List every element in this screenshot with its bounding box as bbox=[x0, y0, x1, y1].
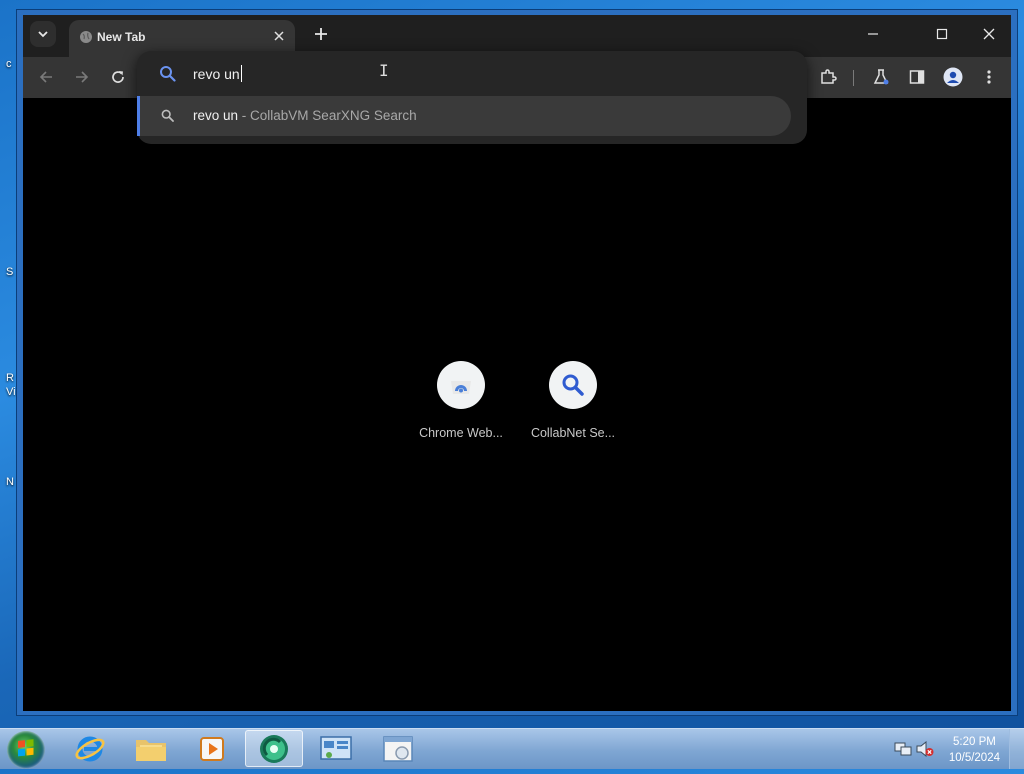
plus-icon bbox=[315, 28, 327, 40]
side-panel-icon bbox=[909, 70, 925, 84]
puzzle-icon bbox=[821, 69, 837, 84]
mouse-ibeam-cursor: I bbox=[379, 61, 389, 80]
close-icon bbox=[983, 28, 995, 40]
taskbar-file-explorer[interactable] bbox=[122, 730, 180, 767]
maximize-icon bbox=[936, 28, 948, 40]
maximize-button[interactable] bbox=[931, 23, 953, 45]
text-caret bbox=[240, 65, 242, 82]
desktop-label-fragment: c bbox=[6, 58, 12, 70]
shortcut-icon-circle bbox=[437, 361, 485, 409]
avatar-icon bbox=[943, 67, 963, 87]
shortcut-tile[interactable]: CollabNet Se... bbox=[523, 361, 623, 440]
extensions-button[interactable] bbox=[818, 67, 838, 87]
suggestion-query: revo un bbox=[193, 108, 239, 123]
toolbar-divider bbox=[853, 70, 854, 86]
desktop-label-fragment: Vi bbox=[6, 386, 16, 398]
minimize-button[interactable] bbox=[862, 23, 884, 45]
search-icon bbox=[160, 66, 176, 82]
desktop-label-fragment: S bbox=[6, 266, 14, 278]
omnibox-query-text: revo un bbox=[193, 66, 240, 82]
side-panel-button[interactable] bbox=[907, 67, 927, 87]
back-button[interactable] bbox=[36, 67, 56, 87]
close-window-button[interactable] bbox=[978, 23, 1000, 45]
flask-icon bbox=[873, 69, 889, 85]
new-tab-button[interactable] bbox=[311, 24, 331, 44]
more-vertical-icon bbox=[987, 70, 991, 84]
media-player-icon bbox=[200, 736, 224, 761]
forward-button[interactable] bbox=[72, 67, 92, 87]
volume-muted-icon[interactable] bbox=[916, 741, 934, 757]
chrome-icon bbox=[260, 734, 288, 763]
minimize-icon bbox=[868, 33, 878, 35]
omnibox-input[interactable]: revo un bbox=[193, 65, 242, 82]
omnibox-suggestion[interactable]: revo un - CollabVM SearXNG Search bbox=[137, 96, 791, 136]
taskbar-control-panel[interactable] bbox=[307, 730, 365, 767]
taskbar-media-player[interactable] bbox=[183, 730, 241, 767]
program-window-icon bbox=[383, 735, 413, 762]
taskbar-chrome[interactable] bbox=[245, 730, 303, 767]
shortcut-icon-circle bbox=[549, 361, 597, 409]
suggestion-selected-indicator bbox=[137, 96, 140, 136]
internet-explorer-icon bbox=[75, 736, 105, 761]
omnibox-dropdown: revo un I revo un - CollabVM SearXNG Sea… bbox=[137, 51, 807, 144]
control-panel-icon bbox=[320, 735, 352, 760]
profile-button[interactable] bbox=[943, 67, 963, 87]
suggestion-engine: - CollabVM SearXNG Search bbox=[238, 108, 417, 123]
tray-clock[interactable]: 5:20 PM 10/5/2024 bbox=[949, 734, 1000, 766]
chrome-web-store-icon bbox=[451, 381, 471, 394]
desktop-label-fragment: N bbox=[6, 476, 14, 488]
taskbar: 5:20 PM 10/5/2024 bbox=[0, 728, 1024, 769]
arrow-right-icon bbox=[76, 71, 89, 83]
taskbar-program-window[interactable] bbox=[369, 730, 427, 767]
file-explorer-icon bbox=[136, 739, 166, 761]
tab-title: New Tab bbox=[97, 30, 146, 44]
search-icon bbox=[161, 109, 174, 122]
clock-date: 10/5/2024 bbox=[948, 752, 1000, 764]
shortcut-label: CollabNet Se... bbox=[530, 426, 616, 440]
reload-button[interactable] bbox=[108, 67, 128, 87]
chevron-down-icon bbox=[38, 31, 48, 38]
menu-button[interactable] bbox=[979, 67, 999, 87]
arrow-left-icon bbox=[39, 71, 52, 83]
search-icon bbox=[562, 374, 584, 396]
shortcut-label: Chrome Web... bbox=[419, 426, 503, 440]
show-desktop-button[interactable] bbox=[1009, 729, 1024, 769]
suggestion-text: revo un - CollabVM SearXNG Search bbox=[193, 108, 417, 123]
new-tab-page: Chrome Web... CollabNet Se... bbox=[23, 98, 1011, 711]
tab-search-button[interactable] bbox=[30, 21, 56, 47]
close-icon[interactable] bbox=[273, 30, 285, 42]
taskbar-internet-explorer[interactable] bbox=[61, 730, 119, 767]
labs-button[interactable] bbox=[871, 67, 891, 87]
reload-icon bbox=[112, 71, 124, 83]
start-button[interactable] bbox=[7, 731, 45, 769]
globe-icon bbox=[80, 31, 92, 43]
clock-time: 5:20 PM bbox=[953, 736, 996, 748]
network-icon[interactable] bbox=[894, 741, 912, 757]
desktop-label-fragment: R bbox=[6, 372, 14, 384]
shortcut-tile[interactable]: Chrome Web... bbox=[411, 361, 511, 440]
windows-logo-icon bbox=[18, 739, 34, 757]
